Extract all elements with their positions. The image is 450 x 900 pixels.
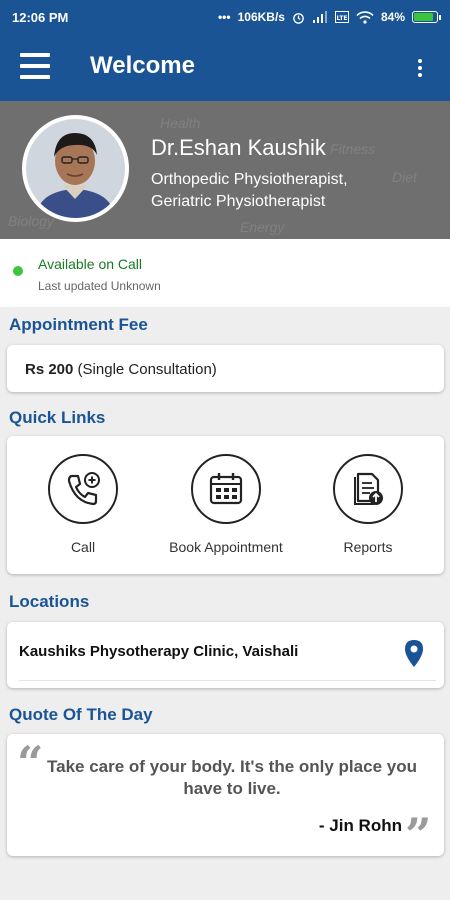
status-dot bbox=[13, 266, 23, 276]
alarm-icon bbox=[293, 12, 304, 24]
map-pin-icon[interactable] bbox=[403, 639, 425, 669]
wifi-icon bbox=[356, 10, 374, 24]
quick-link-book-appointment[interactable]: Book Appointment bbox=[156, 454, 296, 555]
menu-icon[interactable] bbox=[20, 53, 50, 79]
quote-section-title: Quote Of The Day bbox=[9, 705, 153, 724]
quote-author: - Jin Rohn bbox=[318, 816, 402, 835]
quick-link-label: Book Appointment bbox=[169, 539, 283, 555]
volte-icon: LTE bbox=[334, 11, 349, 23]
phone-add-icon bbox=[67, 472, 100, 506]
quote-close-icon: ” bbox=[405, 808, 432, 862]
last-updated: Last updated Unknown bbox=[38, 279, 161, 293]
doctor-specialty: Orthopedic Physiotherapist, Geriatric Ph… bbox=[151, 169, 441, 213]
location-name: Kaushiks Physotherapy Clinic, Vaishali bbox=[19, 643, 299, 660]
location-divider bbox=[19, 680, 436, 681]
svg-text:LTE: LTE bbox=[336, 15, 347, 22]
signal-icon bbox=[312, 11, 327, 23]
status-icons: ••• 106KB/s LTE 84% bbox=[217, 10, 441, 24]
quick-link-reports[interactable]: Reports bbox=[298, 454, 438, 555]
reports-button[interactable] bbox=[333, 454, 403, 524]
battery-icon bbox=[412, 11, 441, 23]
quick-links-card: Call Book Appointment Reports bbox=[7, 436, 444, 574]
quick-links-title: Quick Links bbox=[9, 408, 106, 427]
doctor-name: Dr.Eshan Kaushik bbox=[151, 135, 326, 160]
report-upload-icon bbox=[354, 472, 383, 505]
status-time: 12:06 PM bbox=[12, 9, 69, 25]
fee-amount: Rs 200 bbox=[25, 361, 74, 378]
fee-section-title: Appointment Fee bbox=[9, 315, 148, 334]
doctor-photo bbox=[26, 119, 125, 218]
network-speed: 106KB/s bbox=[237, 10, 285, 24]
calendar-icon bbox=[209, 473, 243, 505]
availability-panel: Available on Call Last updated Unknown bbox=[0, 239, 450, 307]
quote-open-icon: “ bbox=[17, 736, 44, 790]
specialty-line: Geriatric Physiotherapist bbox=[151, 193, 326, 210]
call-button[interactable] bbox=[48, 454, 118, 524]
quote-text: Take care of your body. It's the only pl… bbox=[47, 757, 417, 798]
specialty-line: Orthopedic Physiotherapist, bbox=[151, 171, 348, 188]
book-appointment-button[interactable] bbox=[191, 454, 261, 524]
page-title: Welcome bbox=[90, 52, 195, 79]
quick-link-call[interactable]: Call bbox=[13, 454, 153, 555]
location-card[interactable]: Kaushiks Physotherapy Clinic, Vaishali bbox=[7, 622, 444, 688]
locations-title: Locations bbox=[9, 592, 90, 611]
notification-dots: ••• bbox=[217, 10, 231, 24]
availability-status: Available on Call bbox=[38, 256, 143, 272]
fee-card: Rs 200 (Single Consultation) bbox=[7, 345, 444, 392]
quick-link-label: Reports bbox=[343, 539, 393, 555]
fee-text: Rs 200 (Single Consultation) bbox=[25, 361, 217, 378]
quick-link-label: Call bbox=[70, 539, 96, 555]
battery-percent: 84% bbox=[380, 10, 405, 24]
profile-header: Health Fitness Diet Biology Energy Dr.Es… bbox=[0, 101, 450, 239]
status-bar: 12:06 PM ••• 106KB/s LTE 84% bbox=[0, 0, 450, 34]
fee-note: (Single Consultation) bbox=[77, 361, 217, 378]
app-bar: Welcome bbox=[0, 34, 450, 101]
quote-card: “ Take care of your body. It's the only … bbox=[7, 734, 444, 862]
more-options-icon[interactable] bbox=[412, 56, 428, 80]
avatar bbox=[22, 115, 129, 222]
